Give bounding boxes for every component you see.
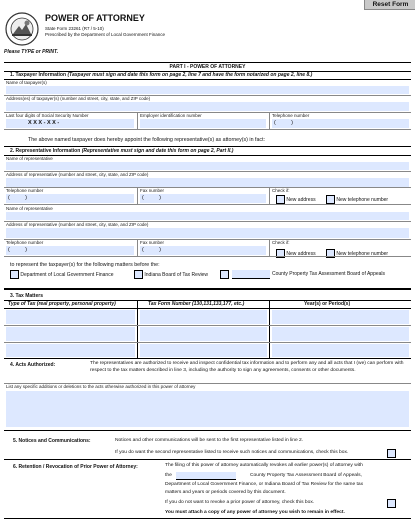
ssn-label: Last four digits of Social Security Numb… <box>6 113 89 118</box>
tax-row-1-form[interactable] <box>140 310 267 324</box>
s4-text: The representatives are authorized to re… <box>90 361 404 373</box>
ein-label: Employer identification number <box>140 113 202 118</box>
rep1-new-phone-label: New telephone number <box>336 196 389 203</box>
col-form-header: Tax Form Number (130,131,133,177, etc.) <box>148 301 245 307</box>
s1-heading: 1. Taxpayer Information (Taxpayer must s… <box>10 72 313 78</box>
rep1-phone-field[interactable]: ( ) <box>6 194 134 203</box>
rep2-address-label: Address of representative (number and st… <box>6 222 149 227</box>
ibtr-label: Indiana Board of Tax Review <box>144 271 208 278</box>
instructions: Please TYPE or PRINT. <box>4 49 59 55</box>
tax-row-3-year[interactable] <box>272 344 409 357</box>
rep1-fax-field[interactable]: ( ) <box>140 194 266 203</box>
rep2-check-label: Check if: <box>272 240 290 245</box>
s6-text-line4: matters and years or periods covered by … <box>165 490 286 495</box>
form-number: State Form 23261 (R7 / 5-10) <box>45 26 104 31</box>
s4-heading: 4. Acts Authorized: <box>10 362 56 368</box>
tax-row-2-type[interactable] <box>6 327 135 341</box>
s6-text-line1: The filing of this power of attorney aut… <box>165 463 363 468</box>
dlgf-checkbox[interactable]: Department of Local Government Finance <box>10 270 114 279</box>
rep1-new-address-checkbox[interactable]: New address <box>276 195 316 204</box>
rep1-new-address-label: New address <box>286 196 316 203</box>
tax-row-3-form[interactable] <box>140 344 267 357</box>
s6-text-line2a: the <box>165 473 172 478</box>
s6-final-text: You must attach a copy of any power of a… <box>165 510 345 515</box>
cptab-label: County Property Tax Assessment Board of … <box>272 271 386 277</box>
rep2-fax-label: Fax number <box>140 240 165 245</box>
rep1-name-label: Name of representative <box>6 156 53 161</box>
cptab-checkbox[interactable] <box>220 270 229 279</box>
rep1-address-label: Address of representative (number and st… <box>6 172 149 177</box>
taxpayer-name-label: Name of taxpayer(s) <box>6 80 47 85</box>
s5-text: Notices and other communications will be… <box>115 438 304 443</box>
rep2-phone-label: Telephone number <box>6 240 44 245</box>
represent-text: to represent the taxpayer(s) for the fol… <box>10 262 160 268</box>
col-year-header: Year(s) or Period(s) <box>304 301 351 307</box>
rep1-check-label: Check if: <box>272 188 290 193</box>
rep2-phone-field[interactable]: ( ) <box>6 246 134 255</box>
s3-heading: 3. Tax Matters <box>10 293 43 299</box>
tax-row-3-type[interactable] <box>6 344 135 357</box>
form-title: POWER OF ATTORNEY <box>45 13 145 23</box>
s5-heading: 5. Notices and Communications: <box>13 438 91 444</box>
ssn-field[interactable]: X X X - X X - <box>6 119 134 128</box>
part1-title: PART I - POWER OF ATTORNEY <box>169 64 246 70</box>
s5-checkbox[interactable] <box>387 449 396 458</box>
tax-row-1-year[interactable] <box>272 310 409 324</box>
s6-county-field[interactable] <box>176 472 236 480</box>
s6-check-text: If you do not want to revoke a prior pow… <box>165 500 315 505</box>
s2-heading: 2. Representative Information (Represent… <box>10 148 234 154</box>
tax-row-1-type[interactable] <box>6 310 135 324</box>
rep1-phone-label: Telephone number <box>6 188 44 193</box>
taxpayer-name-field[interactable] <box>6 86 409 94</box>
reset-form-button[interactable]: Reset Form <box>364 0 415 10</box>
s6-text-line2b: County Property Tax Assessment Board of … <box>250 473 362 478</box>
state-seal-logo <box>5 12 39 46</box>
rep2-name-field[interactable] <box>6 212 409 220</box>
taxpayer-address-label: Address(es) of taxpayer(s) (number and s… <box>6 96 151 101</box>
county-name-field[interactable] <box>232 270 270 279</box>
s4-list-label: List any specific additions or deletions… <box>6 384 196 389</box>
s6-heading: 6. Retention / Revocation of Prior Power… <box>13 464 138 470</box>
rep1-fax-label: Fax number <box>140 188 165 193</box>
tax-row-2-year[interactable] <box>272 327 409 341</box>
rep1-new-phone-checkbox[interactable]: New telephone number <box>326 195 388 204</box>
rep2-fax-field[interactable]: ( ) <box>140 246 266 255</box>
dlgf-label: Department of Local Government Finance <box>20 271 114 278</box>
col-type-header: Type of Tax (real property, personal pro… <box>8 301 116 307</box>
ein-field[interactable] <box>140 119 266 128</box>
rep2-address-field[interactable] <box>6 228 409 238</box>
s4-list-field[interactable] <box>6 391 409 427</box>
rep1-name-field[interactable] <box>6 162 409 170</box>
tax-row-2-form[interactable] <box>140 327 267 341</box>
s6-checkbox[interactable] <box>387 499 396 508</box>
s6-text-line3: Department of Local Government Finance, … <box>165 482 364 487</box>
ibtr-checkbox[interactable]: Indiana Board of Tax Review <box>134 270 208 279</box>
rep2-name-label: Name of representative <box>6 206 53 211</box>
appoint-text: The above named taxpayer does hereby app… <box>28 137 266 143</box>
phone-label: Telephone number <box>272 113 310 118</box>
prescribed-by: Prescribed by the Department of Local Go… <box>45 32 166 37</box>
phone-field[interactable]: ( ) <box>272 119 409 128</box>
taxpayer-address-field[interactable] <box>6 102 409 111</box>
s5-check-text: If you do want the second representative… <box>115 450 349 455</box>
